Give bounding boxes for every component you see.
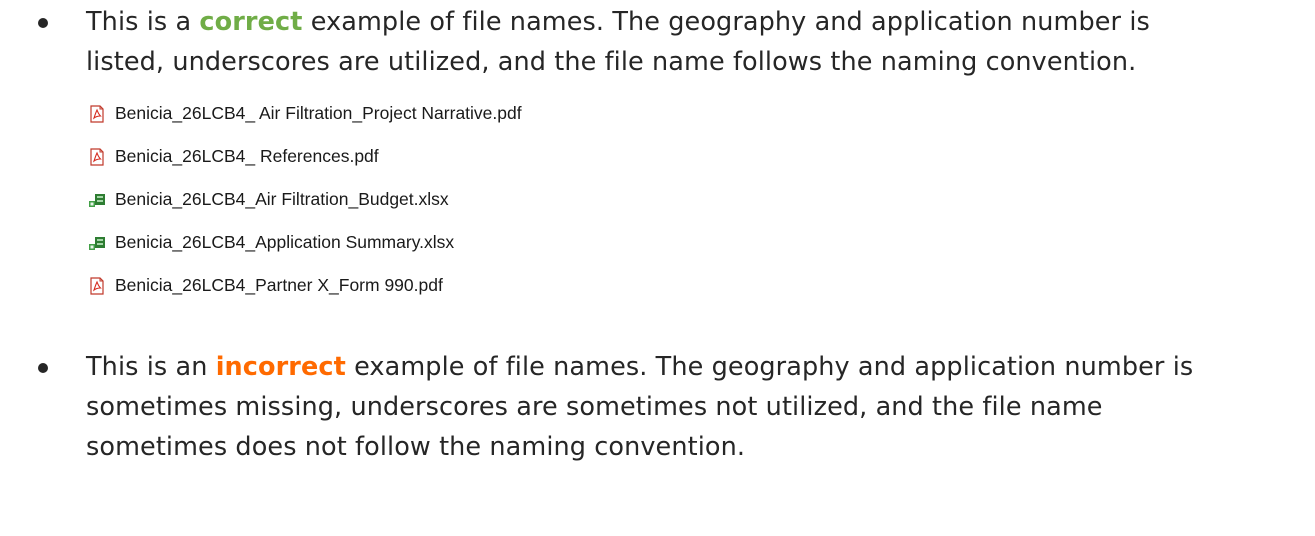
file-name: Benicia_26LCB4_ Air Filtration_Project N… [115, 103, 522, 123]
bullet-line1-rest: example of file names. The geography and… [345, 352, 1194, 382]
bullet-dot [38, 363, 48, 373]
bullet-prefix: This is an [86, 352, 216, 382]
file-row[interactable]: Benicia_26LCB4_Partner X_Form 990.pdf [88, 264, 522, 307]
file-row[interactable]: Benicia_26LCB4_Air Filtration_Budget.xls… [88, 178, 522, 221]
bullet-paragraph: This is a correct example of file names.… [34, 2, 1304, 82]
keyword-incorrect: incorrect [215, 352, 346, 382]
bullet-prefix: This is a [86, 7, 200, 37]
file-row[interactable]: Benicia_26LCB4_ References.pdf [88, 135, 522, 178]
bullet-incorrect-example: This is an incorrect example of file nam… [34, 347, 1304, 467]
bullet-line2: sometimes missing, underscores are somet… [86, 392, 1103, 422]
bullet-correct-example: This is a correct example of file names.… [34, 2, 1304, 82]
file-name: Benicia_26LCB4_ References.pdf [115, 146, 379, 166]
pdf-file-icon [88, 104, 106, 123]
pdf-file-icon [88, 147, 106, 166]
file-list: Benicia_26LCB4_ Air Filtration_Project N… [88, 92, 522, 307]
keyword-correct: correct [199, 7, 303, 37]
file-name: Benicia_26LCB4_Air Filtration_Budget.xls… [115, 189, 449, 209]
pdf-file-icon [88, 276, 106, 295]
bullet-dot [38, 18, 48, 28]
bullet-line3: sometimes does not follow the naming con… [86, 432, 746, 462]
bullet-line2: listed, underscores are utilized, and th… [86, 47, 1137, 77]
file-row[interactable]: Benicia_26LCB4_Application Summary.xlsx [88, 221, 522, 264]
file-name: Benicia_26LCB4_Application Summary.xlsx [115, 232, 455, 252]
bullet-line1-rest: example of file names. The geography and… [302, 7, 1150, 37]
file-name: Benicia_26LCB4_Partner X_Form 990.pdf [115, 275, 443, 295]
file-row[interactable]: Benicia_26LCB4_ Air Filtration_Project N… [88, 92, 522, 135]
bullet-paragraph: This is an incorrect example of file nam… [34, 347, 1304, 467]
excel-file-icon [88, 191, 106, 209]
excel-file-icon [88, 234, 106, 252]
